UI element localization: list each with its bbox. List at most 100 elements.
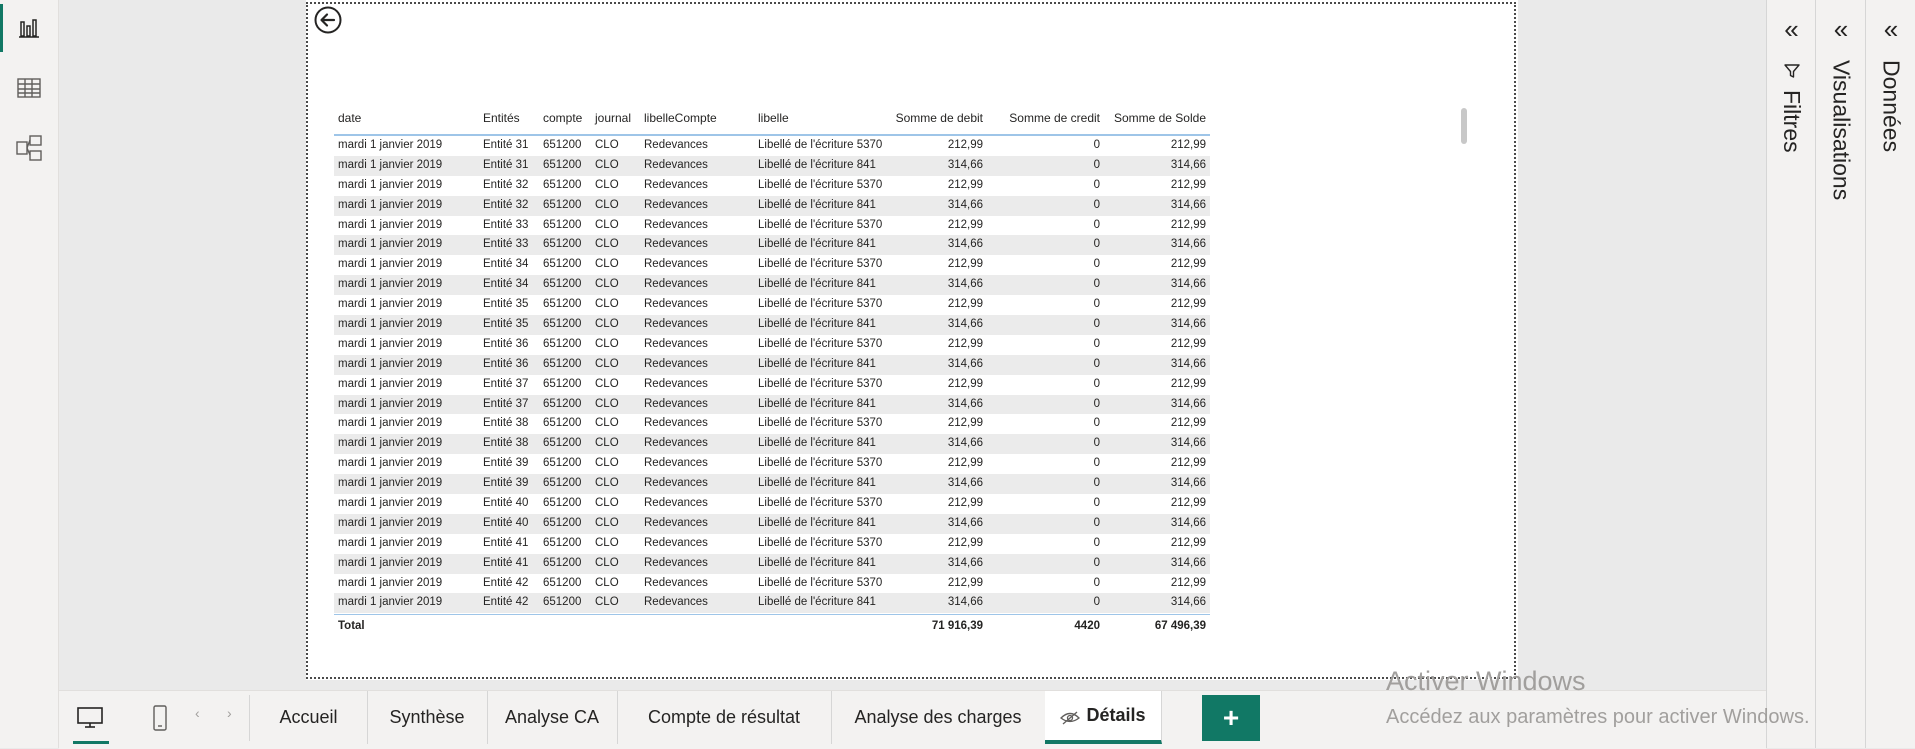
- cell-journal: CLO: [595, 357, 619, 370]
- cell-libellecompte: Redevances: [644, 397, 708, 410]
- table-row[interactable]: mardi 1 janvier 2019 Entité 36 651200 CLO Re…: [334, 354, 1210, 375]
- desktop-layout-button[interactable]: [71, 699, 109, 744]
- cell-debit: 212,99: [947, 139, 983, 151]
- tab-compte-de-resultat[interactable]: Compte de résultat: [617, 691, 832, 744]
- cell-date: mardi 1 janvier 2019: [338, 357, 443, 370]
- cell-libellecompte: Redevances: [644, 596, 708, 609]
- table-row[interactable]: mardi 1 janvier 2019 Entité 34 651200 CLO Re…: [334, 275, 1210, 296]
- col-header-somme-credit[interactable]: Somme de credit: [1009, 111, 1100, 125]
- details-table[interactable]: date Entités compte journal libelleCompt…: [334, 108, 1210, 639]
- cell-journal: CLO: [595, 139, 619, 151]
- table-row[interactable]: mardi 1 janvier 2019 Entité 37 651200 CLO Re…: [334, 375, 1210, 395]
- table-scrollbar[interactable]: [1461, 108, 1467, 144]
- filter-icon: [1784, 64, 1800, 78]
- cell-libellecompte: Redevances: [644, 278, 708, 291]
- col-header-libelle[interactable]: libelle: [758, 111, 789, 125]
- table-row[interactable]: mardi 1 janvier 2019 Entité 42 651200 CLO Re…: [334, 574, 1210, 594]
- cell-libellecompte: Redevances: [644, 556, 708, 569]
- cell-debit: 314,66: [947, 437, 983, 450]
- cell-solde: 212,99: [1170, 457, 1206, 470]
- cell-date: mardi 1 janvier 2019: [338, 178, 443, 191]
- cell-journal: CLO: [595, 298, 619, 311]
- cell-libellecompte: Redevances: [644, 337, 708, 350]
- back-button[interactable]: [313, 5, 343, 35]
- scroll-tabs-left-icon[interactable]: ‹: [195, 705, 200, 721]
- cell-entite: Entité 31: [483, 139, 529, 151]
- cell-compte: 651200: [543, 457, 582, 470]
- visualizations-pane[interactable]: « Visualisations: [1815, 0, 1866, 748]
- col-header-compte[interactable]: compte: [543, 111, 582, 125]
- data-pane[interactable]: « Données: [1865, 0, 1915, 748]
- cell-credit: 0: [1093, 457, 1100, 470]
- tab-details[interactable]: Détails: [1045, 691, 1162, 744]
- report-view-button[interactable]: [0, 0, 58, 56]
- collapse-visualizations-icon[interactable]: «: [1816, 16, 1866, 42]
- cell-libellecompte: Redevances: [644, 357, 708, 370]
- table-row[interactable]: mardi 1 janvier 2019 Entité 35 651200 CLO Re…: [334, 295, 1210, 315]
- tab-label: Accueil: [279, 707, 338, 727]
- table-row[interactable]: mardi 1 janvier 2019 Entité 39 651200 CLO Re…: [334, 454, 1210, 474]
- col-header-libellecompte[interactable]: libelleCompte: [644, 111, 717, 125]
- filters-pane[interactable]: « Filtres: [1766, 0, 1816, 748]
- activation-watermark-title: Activer Windows: [1386, 666, 1586, 696]
- cell-debit: 314,66: [947, 477, 983, 490]
- table-row[interactable]: mardi 1 janvier 2019 Entité 41 651200 CLO Re…: [334, 534, 1210, 554]
- cell-entite: Entité 42: [483, 596, 529, 609]
- col-header-date[interactable]: date: [338, 111, 361, 125]
- total-label: Total: [338, 620, 365, 633]
- table-row[interactable]: mardi 1 janvier 2019 Entité 37 651200 CLO Re…: [334, 394, 1210, 415]
- table-row[interactable]: mardi 1 janvier 2019 Entité 38 651200 CLO Re…: [334, 414, 1210, 434]
- cell-debit: 314,66: [947, 158, 983, 171]
- table-row[interactable]: mardi 1 janvier 2019 Entité 32 651200 CLO Re…: [334, 195, 1210, 216]
- cell-debit: 212,99: [947, 576, 983, 589]
- tab-accueil[interactable]: Accueil: [250, 691, 368, 744]
- cell-compte: 651200: [543, 477, 582, 490]
- table-row[interactable]: mardi 1 janvier 2019 Entité 33 651200 CLO Re…: [334, 235, 1210, 256]
- table-row[interactable]: mardi 1 janvier 2019 Entité 39 651200 CLO Re…: [334, 474, 1210, 495]
- collapse-data-icon[interactable]: «: [1866, 16, 1915, 42]
- tab-label: Analyse CA: [504, 707, 600, 727]
- table-row[interactable]: mardi 1 janvier 2019 Entité 36 651200 CLO Re…: [334, 335, 1210, 355]
- table-row[interactable]: mardi 1 janvier 2019 Entité 38 651200 CLO Re…: [334, 434, 1210, 455]
- table-row[interactable]: mardi 1 janvier 2019 Entité 42 651200 CLO Re…: [334, 593, 1210, 614]
- table-row[interactable]: mardi 1 janvier 2019 Entité 31 651200 CLO Re…: [334, 155, 1210, 176]
- plus-icon: +: [1222, 702, 1240, 733]
- table-row[interactable]: mardi 1 janvier 2019 Entité 31 651200 CLO Re…: [334, 136, 1210, 156]
- cell-compte: 651200: [543, 139, 582, 151]
- cell-debit: 314,66: [947, 318, 983, 331]
- table-row[interactable]: mardi 1 janvier 2019 Entité 40 651200 CLO Re…: [334, 494, 1210, 514]
- cell-journal: CLO: [595, 377, 619, 390]
- tab-analyse-ca[interactable]: Analyse CA: [487, 691, 618, 744]
- tab-analyse-des-charges[interactable]: Analyse des charges: [831, 691, 1046, 744]
- table-row[interactable]: mardi 1 janvier 2019 Entité 41 651200 CLO Re…: [334, 553, 1210, 574]
- cell-date: mardi 1 janvier 2019: [338, 278, 443, 291]
- cell-libellecompte: Redevances: [644, 298, 708, 311]
- table-row[interactable]: mardi 1 janvier 2019 Entité 35 651200 CLO Re…: [334, 315, 1210, 335]
- activation-watermark-subtitle: Accédez aux paramètres pour activer Wind…: [1386, 706, 1810, 728]
- cell-compte: 651200: [543, 218, 582, 231]
- col-header-entites[interactable]: Entités: [483, 111, 520, 125]
- cell-debit: 212,99: [947, 178, 983, 191]
- table-row[interactable]: mardi 1 janvier 2019 Entité 32 651200 CLO Re…: [334, 176, 1210, 196]
- tab-synthese[interactable]: Synthèse: [367, 691, 488, 744]
- add-page-button[interactable]: +: [1202, 695, 1260, 741]
- col-header-journal[interactable]: journal: [595, 111, 631, 125]
- table-view-button[interactable]: [0, 60, 58, 116]
- cell-date: mardi 1 janvier 2019: [338, 417, 443, 430]
- table-row[interactable]: mardi 1 janvier 2019 Entité 40 651200 CLO Re…: [334, 513, 1210, 534]
- cell-compte: 651200: [543, 158, 582, 171]
- mobile-layout-button[interactable]: [145, 699, 175, 737]
- cell-libelle: Libellé de l'écriture 5370: [758, 497, 883, 510]
- cell-compte: 651200: [543, 278, 582, 291]
- table-row[interactable]: mardi 1 janvier 2019 Entité 33 651200 CLO Re…: [334, 216, 1210, 236]
- cell-entite: Entité 38: [483, 437, 529, 450]
- col-header-somme-solde[interactable]: Somme de Solde: [1114, 111, 1206, 125]
- col-header-somme-debit[interactable]: Somme de debit: [896, 111, 983, 125]
- table-row[interactable]: mardi 1 janvier 2019 Entité 34 651200 CLO Re…: [334, 255, 1210, 275]
- cell-date: mardi 1 janvier 2019: [338, 457, 443, 470]
- cell-credit: 0: [1093, 497, 1100, 510]
- model-view-button[interactable]: [0, 120, 58, 176]
- scroll-tabs-right-icon[interactable]: ›: [227, 705, 232, 721]
- tab-label: Analyse des charges: [854, 707, 1022, 727]
- collapse-filters-icon[interactable]: «: [1767, 16, 1816, 42]
